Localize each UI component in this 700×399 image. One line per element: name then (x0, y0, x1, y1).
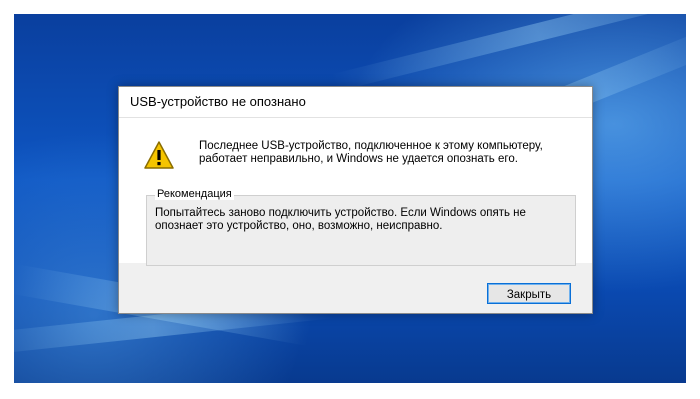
warning-icon (144, 141, 174, 169)
close-button[interactable]: Закрыть (487, 283, 571, 304)
error-message: Последнее USB-устройство, подключенное к… (199, 140, 543, 165)
usb-error-dialog: USB-устройство не опознано Последнее USB… (118, 86, 593, 314)
dialog-title: USB-устройство не опознано (130, 94, 306, 109)
recommendation-group: Рекомендация Попытайтесь заново подключи… (146, 188, 576, 266)
recommendation-text: Попытайтесь заново подключить устройство… (155, 207, 526, 232)
dialog-titlebar[interactable]: USB-устройство не опознано (119, 87, 592, 118)
recommendation-label: Рекомендация (155, 188, 234, 200)
desktop-background: USB-устройство не опознано Последнее USB… (14, 14, 686, 383)
screenshot-frame: USB-устройство не опознано Последнее USB… (0, 0, 700, 399)
